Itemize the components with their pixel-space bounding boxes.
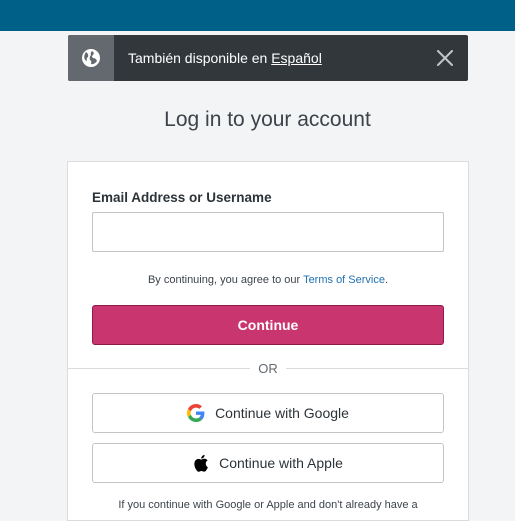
apple-button-label: Continue with Apple <box>219 455 343 471</box>
banner-language-link[interactable]: Español <box>271 50 322 66</box>
terms-of-service-link[interactable]: Terms of Service <box>303 274 385 286</box>
login-card: Email Address or Username By continuing,… <box>67 161 469 521</box>
tos-suffix: . <box>384 274 389 286</box>
google-icon <box>187 404 205 422</box>
tos-prefix: By continuing, you agree to our <box>147 274 304 286</box>
continue-button[interactable]: Continue <box>92 305 444 345</box>
globe-icon <box>68 35 114 81</box>
banner-message: También disponible en Español <box>128 50 422 66</box>
google-button-label: Continue with Google <box>215 405 349 421</box>
apple-login-button[interactable]: Continue with Apple <box>92 443 444 483</box>
language-banner: También disponible en Español <box>68 35 468 81</box>
email-label: Email Address or Username <box>92 190 272 205</box>
close-icon[interactable] <box>422 35 468 81</box>
google-login-button[interactable]: Continue with Google <box>92 393 444 433</box>
top-bar <box>0 0 515 31</box>
apple-icon <box>193 454 209 472</box>
email-field[interactable] <box>92 212 444 252</box>
page-title: Log in to your account <box>164 108 371 131</box>
banner-text: También disponible en <box>128 50 272 66</box>
terms-notice: By continuing, you agree to our Terms of… <box>68 274 468 286</box>
social-login-footnote: If you continue with Google or Apple and… <box>118 499 418 511</box>
or-label: OR <box>250 361 286 376</box>
